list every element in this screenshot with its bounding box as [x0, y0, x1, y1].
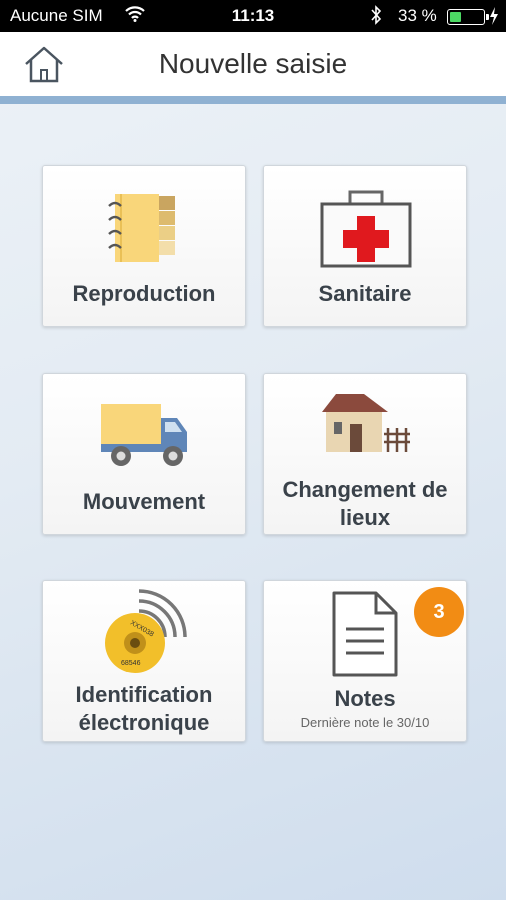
rfid-tag-icon: XXX038 68546 — [105, 589, 187, 673]
battery-icon — [447, 9, 489, 25]
tile-notes-subtitle: Dernière note le 30/10 — [300, 715, 430, 730]
document-icon — [332, 591, 398, 677]
nav-separator — [0, 96, 506, 104]
tile-changement-de-lieux[interactable]: Changement de lieux — [263, 373, 467, 535]
tile-mouvement[interactable]: Mouvement — [42, 373, 246, 535]
first-aid-kit-icon — [320, 190, 412, 268]
tile-reproduction[interactable]: Reproduction — [42, 165, 246, 327]
notebook-icon — [108, 194, 175, 262]
tile-identification-label-line1: Identification — [75, 682, 213, 707]
page-title: Nouvelle saisie — [158, 48, 348, 79]
tile-identification-electronique[interactable]: XXX038 68546 Identification électronique — [42, 580, 246, 742]
battery-fill — [450, 12, 462, 22]
tile-mouvement-label: Mouvement — [82, 489, 206, 514]
truck-icon — [101, 404, 187, 466]
tile-reproduction-label: Reproduction — [72, 281, 216, 306]
tile-notes-label: Notes — [334, 686, 396, 711]
bluetooth-icon — [370, 5, 382, 30]
status-bar: Aucune SIM 11:13 33 % — [0, 0, 506, 32]
charging-bolt-icon — [489, 6, 499, 31]
tile-changement-label-line1: Changement de — [282, 477, 448, 502]
navigation-bar: Nouvelle saisie — [0, 32, 506, 96]
farm-house-icon — [322, 394, 410, 452]
tag-text-bottom: 68546 — [121, 660, 141, 667]
tile-notes[interactable]: 3 Notes Dernière note le 30/10 — [263, 580, 467, 742]
notes-count-badge: 3 — [414, 587, 464, 637]
tile-identification-label-line2: électronique — [78, 710, 210, 735]
battery-percentage: 33 % — [398, 6, 437, 25]
tile-changement-label-line2: lieux — [339, 505, 391, 530]
tile-sanitaire[interactable]: Sanitaire — [263, 165, 467, 327]
tile-sanitaire-label: Sanitaire — [318, 281, 412, 306]
